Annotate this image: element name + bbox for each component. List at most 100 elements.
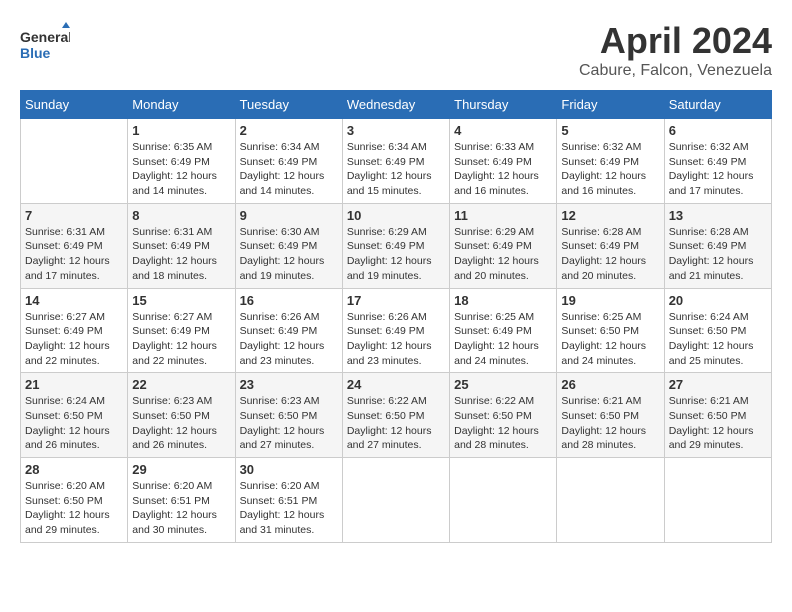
calendar-week-row: 21Sunrise: 6:24 AM Sunset: 6:50 PM Dayli… bbox=[21, 373, 772, 458]
calendar-cell: 3 Sunrise: 6:34 AM Sunset: 6:49 PM Daylig… bbox=[342, 119, 449, 204]
day-number: 17 bbox=[347, 293, 445, 308]
day-info: Sunrise: 6:20 AM Sunset: 6:50 PM Dayligh… bbox=[25, 479, 123, 538]
day-info: Sunrise: 6:23 AM Sunset: 6:50 PM Dayligh… bbox=[240, 394, 338, 453]
day-number: 25 bbox=[454, 377, 552, 392]
day-number: 2 bbox=[240, 123, 338, 138]
day-info: Sunrise: 6:27 AM Sunset: 6:49 PM Dayligh… bbox=[132, 310, 230, 369]
logo: General Blue bbox=[20, 20, 70, 70]
calendar-cell bbox=[664, 458, 771, 543]
title-area: April 2024 Cabure, Falcon, Venezuela bbox=[579, 20, 772, 80]
day-number: 9 bbox=[240, 208, 338, 223]
calendar-cell: 30 Sunrise: 6:20 AM Sunset: 6:51 PM Dayli… bbox=[235, 458, 342, 543]
calendar-cell: 24 Sunrise: 6:22 AM Sunset: 6:50 PM Dayli… bbox=[342, 373, 449, 458]
calendar-cell: 16Sunrise: 6:26 AM Sunset: 6:49 PM Dayli… bbox=[235, 288, 342, 373]
day-info: Sunrise: 6:22 AM Sunset: 6:50 PM Dayligh… bbox=[347, 394, 445, 453]
calendar-cell: 23Sunrise: 6:23 AM Sunset: 6:50 PM Dayli… bbox=[235, 373, 342, 458]
calendar-cell: 26 Sunrise: 6:21 AM Sunset: 6:50 PM Dayli… bbox=[557, 373, 664, 458]
day-number: 8 bbox=[132, 208, 230, 223]
col-tuesday: Tuesday bbox=[235, 91, 342, 119]
svg-text:General: General bbox=[20, 29, 70, 45]
calendar-cell: 2 Sunrise: 6:34 AM Sunset: 6:49 PM Daylig… bbox=[235, 119, 342, 204]
calendar-cell bbox=[21, 119, 128, 204]
day-number: 21 bbox=[25, 377, 123, 392]
calendar-cell: 22 Sunrise: 6:23 AM Sunset: 6:50 PM Dayli… bbox=[128, 373, 235, 458]
day-number: 6 bbox=[669, 123, 767, 138]
day-number: 22 bbox=[132, 377, 230, 392]
calendar-subtitle: Cabure, Falcon, Venezuela bbox=[579, 62, 772, 80]
day-info: Sunrise: 6:26 AM Sunset: 6:49 PM Dayligh… bbox=[347, 310, 445, 369]
logo-icon: General Blue bbox=[20, 20, 70, 70]
day-info: Sunrise: 6:22 AM Sunset: 6:50 PM Dayligh… bbox=[454, 394, 552, 453]
day-number: 18 bbox=[454, 293, 552, 308]
day-info: Sunrise: 6:29 AM Sunset: 6:49 PM Dayligh… bbox=[347, 225, 445, 284]
calendar-cell: 4Sunrise: 6:33 AM Sunset: 6:49 PM Daylig… bbox=[450, 119, 557, 204]
day-info: Sunrise: 6:35 AM Sunset: 6:49 PM Dayligh… bbox=[132, 140, 230, 199]
calendar-cell: 1 Sunrise: 6:35 AM Sunset: 6:49 PM Daylig… bbox=[128, 119, 235, 204]
day-info: Sunrise: 6:25 AM Sunset: 6:49 PM Dayligh… bbox=[454, 310, 552, 369]
day-number: 13 bbox=[669, 208, 767, 223]
day-number: 14 bbox=[25, 293, 123, 308]
day-info: Sunrise: 6:24 AM Sunset: 6:50 PM Dayligh… bbox=[669, 310, 767, 369]
calendar-cell: 19 Sunrise: 6:25 AM Sunset: 6:50 PM Dayli… bbox=[557, 288, 664, 373]
calendar-cell: 17 Sunrise: 6:26 AM Sunset: 6:49 PM Dayli… bbox=[342, 288, 449, 373]
day-number: 11 bbox=[454, 208, 552, 223]
day-info: Sunrise: 6:34 AM Sunset: 6:49 PM Dayligh… bbox=[347, 140, 445, 199]
calendar-week-row: 1 Sunrise: 6:35 AM Sunset: 6:49 PM Daylig… bbox=[21, 119, 772, 204]
calendar-cell: 9 Sunrise: 6:30 AM Sunset: 6:49 PM Daylig… bbox=[235, 203, 342, 288]
calendar-cell: 29Sunrise: 6:20 AM Sunset: 6:51 PM Dayli… bbox=[128, 458, 235, 543]
day-number: 19 bbox=[561, 293, 659, 308]
day-info: Sunrise: 6:23 AM Sunset: 6:50 PM Dayligh… bbox=[132, 394, 230, 453]
calendar-cell bbox=[557, 458, 664, 543]
day-number: 15 bbox=[132, 293, 230, 308]
svg-text:Blue: Blue bbox=[20, 45, 51, 61]
day-number: 24 bbox=[347, 377, 445, 392]
calendar-week-row: 14 Sunrise: 6:27 AM Sunset: 6:49 PM Dayli… bbox=[21, 288, 772, 373]
day-info: Sunrise: 6:31 AM Sunset: 6:49 PM Dayligh… bbox=[132, 225, 230, 284]
calendar-cell: 10 Sunrise: 6:29 AM Sunset: 6:49 PM Dayli… bbox=[342, 203, 449, 288]
calendar-cell: 12 Sunrise: 6:28 AM Sunset: 6:49 PM Dayli… bbox=[557, 203, 664, 288]
calendar-table: Sunday Monday Tuesday Wednesday Thursday… bbox=[20, 90, 772, 543]
calendar-cell: 14 Sunrise: 6:27 AM Sunset: 6:49 PM Dayli… bbox=[21, 288, 128, 373]
day-info: Sunrise: 6:28 AM Sunset: 6:49 PM Dayligh… bbox=[561, 225, 659, 284]
day-number: 10 bbox=[347, 208, 445, 223]
calendar-cell: 5Sunrise: 6:32 AM Sunset: 6:49 PM Daylig… bbox=[557, 119, 664, 204]
day-info: Sunrise: 6:30 AM Sunset: 6:49 PM Dayligh… bbox=[240, 225, 338, 284]
day-number: 12 bbox=[561, 208, 659, 223]
page-header: General Blue April 2024 Cabure, Falcon, … bbox=[20, 20, 772, 80]
calendar-cell: 13 Sunrise: 6:28 AM Sunset: 6:49 PM Dayli… bbox=[664, 203, 771, 288]
day-number: 29 bbox=[132, 462, 230, 477]
day-number: 20 bbox=[669, 293, 767, 308]
calendar-cell: 15 Sunrise: 6:27 AM Sunset: 6:49 PM Dayli… bbox=[128, 288, 235, 373]
day-number: 27 bbox=[669, 377, 767, 392]
day-info: Sunrise: 6:20 AM Sunset: 6:51 PM Dayligh… bbox=[240, 479, 338, 538]
day-info: Sunrise: 6:21 AM Sunset: 6:50 PM Dayligh… bbox=[561, 394, 659, 453]
day-number: 1 bbox=[132, 123, 230, 138]
day-info: Sunrise: 6:27 AM Sunset: 6:49 PM Dayligh… bbox=[25, 310, 123, 369]
calendar-cell: 18 Sunrise: 6:25 AM Sunset: 6:49 PM Dayli… bbox=[450, 288, 557, 373]
day-number: 5 bbox=[561, 123, 659, 138]
calendar-week-row: 7 Sunrise: 6:31 AM Sunset: 6:49 PM Daylig… bbox=[21, 203, 772, 288]
day-info: Sunrise: 6:28 AM Sunset: 6:49 PM Dayligh… bbox=[669, 225, 767, 284]
calendar-cell: 8 Sunrise: 6:31 AM Sunset: 6:49 PM Daylig… bbox=[128, 203, 235, 288]
calendar-cell: 27 Sunrise: 6:21 AM Sunset: 6:50 PM Dayli… bbox=[664, 373, 771, 458]
day-number: 30 bbox=[240, 462, 338, 477]
day-number: 16 bbox=[240, 293, 338, 308]
calendar-cell: 20 Sunrise: 6:24 AM Sunset: 6:50 PM Dayli… bbox=[664, 288, 771, 373]
day-number: 7 bbox=[25, 208, 123, 223]
calendar-cell: 7 Sunrise: 6:31 AM Sunset: 6:49 PM Daylig… bbox=[21, 203, 128, 288]
day-info: Sunrise: 6:31 AM Sunset: 6:49 PM Dayligh… bbox=[25, 225, 123, 284]
day-info: Sunrise: 6:25 AM Sunset: 6:50 PM Dayligh… bbox=[561, 310, 659, 369]
day-info: Sunrise: 6:34 AM Sunset: 6:49 PM Dayligh… bbox=[240, 140, 338, 199]
calendar-header-row: Sunday Monday Tuesday Wednesday Thursday… bbox=[21, 91, 772, 119]
calendar-cell bbox=[342, 458, 449, 543]
calendar-cell bbox=[450, 458, 557, 543]
day-number: 28 bbox=[25, 462, 123, 477]
col-friday: Friday bbox=[557, 91, 664, 119]
day-info: Sunrise: 6:21 AM Sunset: 6:50 PM Dayligh… bbox=[669, 394, 767, 453]
col-saturday: Saturday bbox=[664, 91, 771, 119]
col-monday: Monday bbox=[128, 91, 235, 119]
calendar-cell: 21Sunrise: 6:24 AM Sunset: 6:50 PM Dayli… bbox=[21, 373, 128, 458]
day-number: 26 bbox=[561, 377, 659, 392]
calendar-cell: 28 Sunrise: 6:20 AM Sunset: 6:50 PM Dayli… bbox=[21, 458, 128, 543]
day-number: 3 bbox=[347, 123, 445, 138]
